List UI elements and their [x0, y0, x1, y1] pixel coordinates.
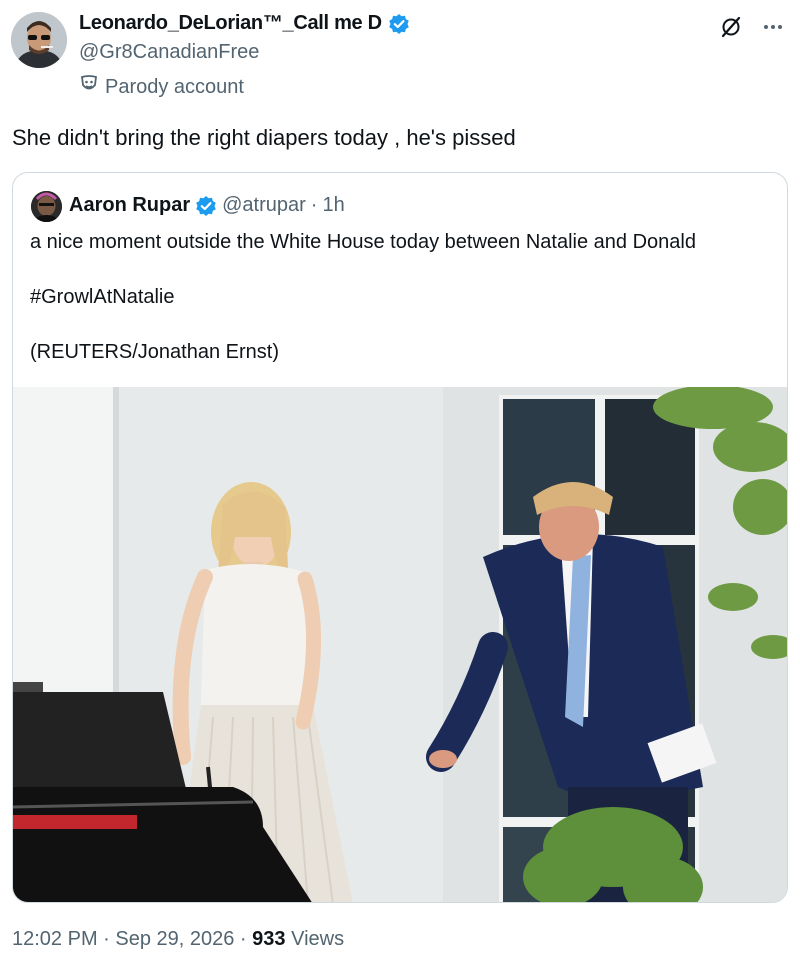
verified-badge-icon	[388, 13, 410, 35]
quote-time[interactable]: 1h	[322, 194, 344, 217]
more-icon[interactable]	[760, 14, 786, 40]
author-display-name[interactable]: Leonardo_DeLorian™_Call me D	[79, 12, 410, 35]
parody-label: Parody account	[79, 74, 244, 100]
tweet-text: She didn't bring the right diapers today…	[12, 125, 516, 150]
quote-author-avatar[interactable]	[31, 191, 62, 222]
quoted-tweet-card[interactable]: Aaron Rupar @atrupar · 1h a nice moment …	[12, 172, 788, 903]
quote-header: Aaron Rupar @atrupar · 1h	[69, 194, 345, 217]
tweet-footer: 12:02 PM · Sep 29, 2026 · 933 Views	[12, 928, 344, 951]
quote-author-handle[interactable]: @atrupar	[222, 194, 306, 217]
meta-separator: ·	[310, 194, 318, 216]
parody-mask-icon	[79, 74, 99, 100]
quote-text-line: a nice moment outside the White House to…	[30, 231, 696, 253]
quote-photo[interactable]	[13, 387, 787, 902]
views-label: Views	[285, 928, 345, 950]
quote-hashtag[interactable]: #GrowlAtNatalie	[30, 286, 175, 309]
views-count: 933	[252, 928, 286, 950]
author-name-text[interactable]: Leonardo_DeLorian™_Call me D	[79, 12, 382, 35]
author-handle[interactable]: @Gr8CanadianFree	[79, 41, 259, 64]
quote-photo-credit: (REUTERS/Jonathan Ernst)	[30, 341, 279, 363]
parody-label-text: Parody account	[105, 75, 244, 98]
grok-icon[interactable]	[718, 14, 744, 40]
author-avatar[interactable]	[11, 12, 67, 68]
verified-badge-icon	[195, 195, 217, 217]
tweet-timestamp[interactable]: 12:02 PM · Sep 29, 2026 ·	[12, 928, 252, 950]
quote-author-name[interactable]: Aaron Rupar	[69, 194, 190, 217]
